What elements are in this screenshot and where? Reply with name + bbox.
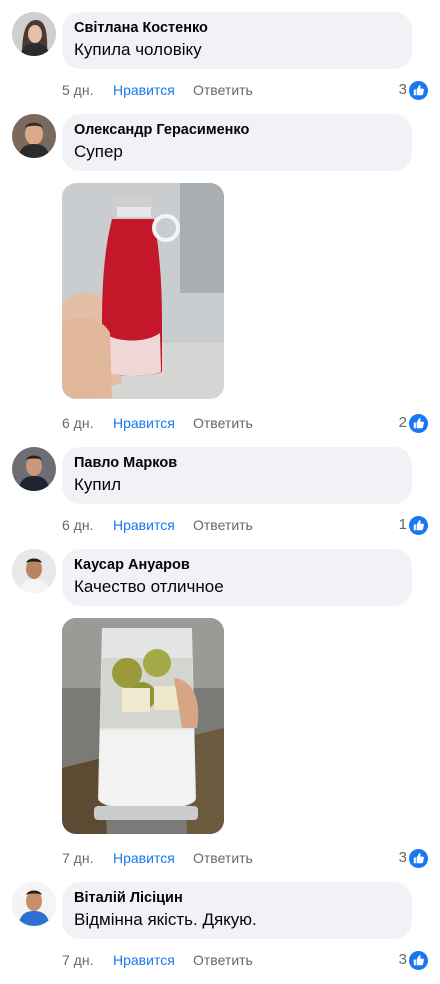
red-bottle-blender-photo	[62, 183, 224, 399]
comment-text: Купила чоловіку	[74, 40, 202, 59]
comment-bubble: Світлана Костенко Купила чоловіку	[62, 12, 412, 69]
like-button[interactable]: Нравится	[113, 413, 175, 433]
reply-button[interactable]: Ответить	[193, 413, 253, 433]
comment-time[interactable]: 6 дн.	[62, 413, 93, 433]
user-avatar-icon	[12, 549, 56, 593]
comment-photo[interactable]	[62, 183, 224, 399]
comment-time[interactable]: 7 дн.	[62, 848, 93, 868]
comment-author[interactable]: Віталій Лісіцин	[74, 889, 400, 908]
comment-actions: 5 дн. Нравится Ответить 3	[62, 80, 428, 100]
reaction-count[interactable]: 3	[399, 80, 428, 100]
thumbs-up-icon	[409, 950, 428, 970]
avatar[interactable]	[12, 447, 56, 491]
thumbs-up-icon	[409, 80, 428, 100]
fruit-in-blender-photo	[62, 618, 224, 834]
reaction-count-label: 3	[398, 81, 407, 98]
comment-actions: 7 дн. Нравится Ответить 3	[62, 950, 428, 970]
avatar[interactable]	[12, 114, 56, 158]
reaction-count-label: 3	[398, 849, 407, 866]
reaction-count-label: 3	[398, 951, 407, 968]
comment-author[interactable]: Олександр Герасименко	[74, 121, 400, 140]
reaction-count[interactable]: 2	[399, 413, 428, 433]
comment-actions: 6 дн. Нравится Ответить 1	[62, 515, 428, 535]
comment-time[interactable]: 7 дн.	[62, 950, 93, 970]
user-avatar-icon	[12, 114, 56, 158]
like-button[interactable]: Нравится	[113, 515, 175, 535]
comment-text: Супер	[74, 142, 123, 161]
comment-author[interactable]: Світлана Костенко	[74, 19, 400, 38]
reaction-count-label: 1	[398, 516, 407, 533]
user-avatar-icon	[12, 447, 56, 491]
thumbs-up-icon	[409, 848, 428, 868]
reaction-count-label: 2	[398, 414, 407, 431]
reaction-count[interactable]: 1	[399, 515, 428, 535]
comment-actions: 6 дн. Нравится Ответить 2	[62, 413, 428, 433]
thumbs-up-icon	[409, 413, 428, 433]
comment-actions: 7 дн. Нравится Ответить 3	[62, 848, 428, 868]
comment-bubble: Павло Марков Купил	[62, 447, 412, 504]
reply-button[interactable]: Ответить	[193, 848, 253, 868]
comment-time[interactable]: 5 дн.	[62, 80, 93, 100]
comment-author[interactable]: Каусар Ануаров	[74, 556, 400, 575]
avatar[interactable]	[12, 12, 56, 56]
comment-bubble: Каусар Ануаров Качество отличное	[62, 549, 412, 606]
comment-author[interactable]: Павло Марков	[74, 454, 400, 473]
like-button[interactable]: Нравится	[113, 848, 175, 868]
avatar[interactable]	[12, 882, 56, 926]
reply-button[interactable]: Ответить	[193, 950, 253, 970]
comment-text: Качество отличное	[74, 577, 224, 596]
comment-text: Купил	[74, 475, 122, 494]
avatar[interactable]	[12, 549, 56, 593]
reply-button[interactable]: Ответить	[193, 515, 253, 535]
like-button[interactable]: Нравится	[113, 950, 175, 970]
reaction-count[interactable]: 3	[399, 848, 428, 868]
reply-button[interactable]: Ответить	[193, 80, 253, 100]
thumbs-up-icon	[409, 515, 428, 535]
comment-bubble: Віталій Лісіцин Відмінна якість. Дякую.	[62, 882, 412, 939]
reaction-count[interactable]: 3	[399, 950, 428, 970]
comment-bubble: Олександр Герасименко Супер	[62, 114, 412, 171]
comment-time[interactable]: 6 дн.	[62, 515, 93, 535]
like-button[interactable]: Нравится	[113, 80, 175, 100]
comment-photo[interactable]	[62, 618, 224, 834]
user-avatar-icon	[12, 12, 56, 56]
user-avatar-icon	[12, 882, 56, 926]
comment-text: Відмінна якість. Дякую.	[74, 910, 257, 929]
